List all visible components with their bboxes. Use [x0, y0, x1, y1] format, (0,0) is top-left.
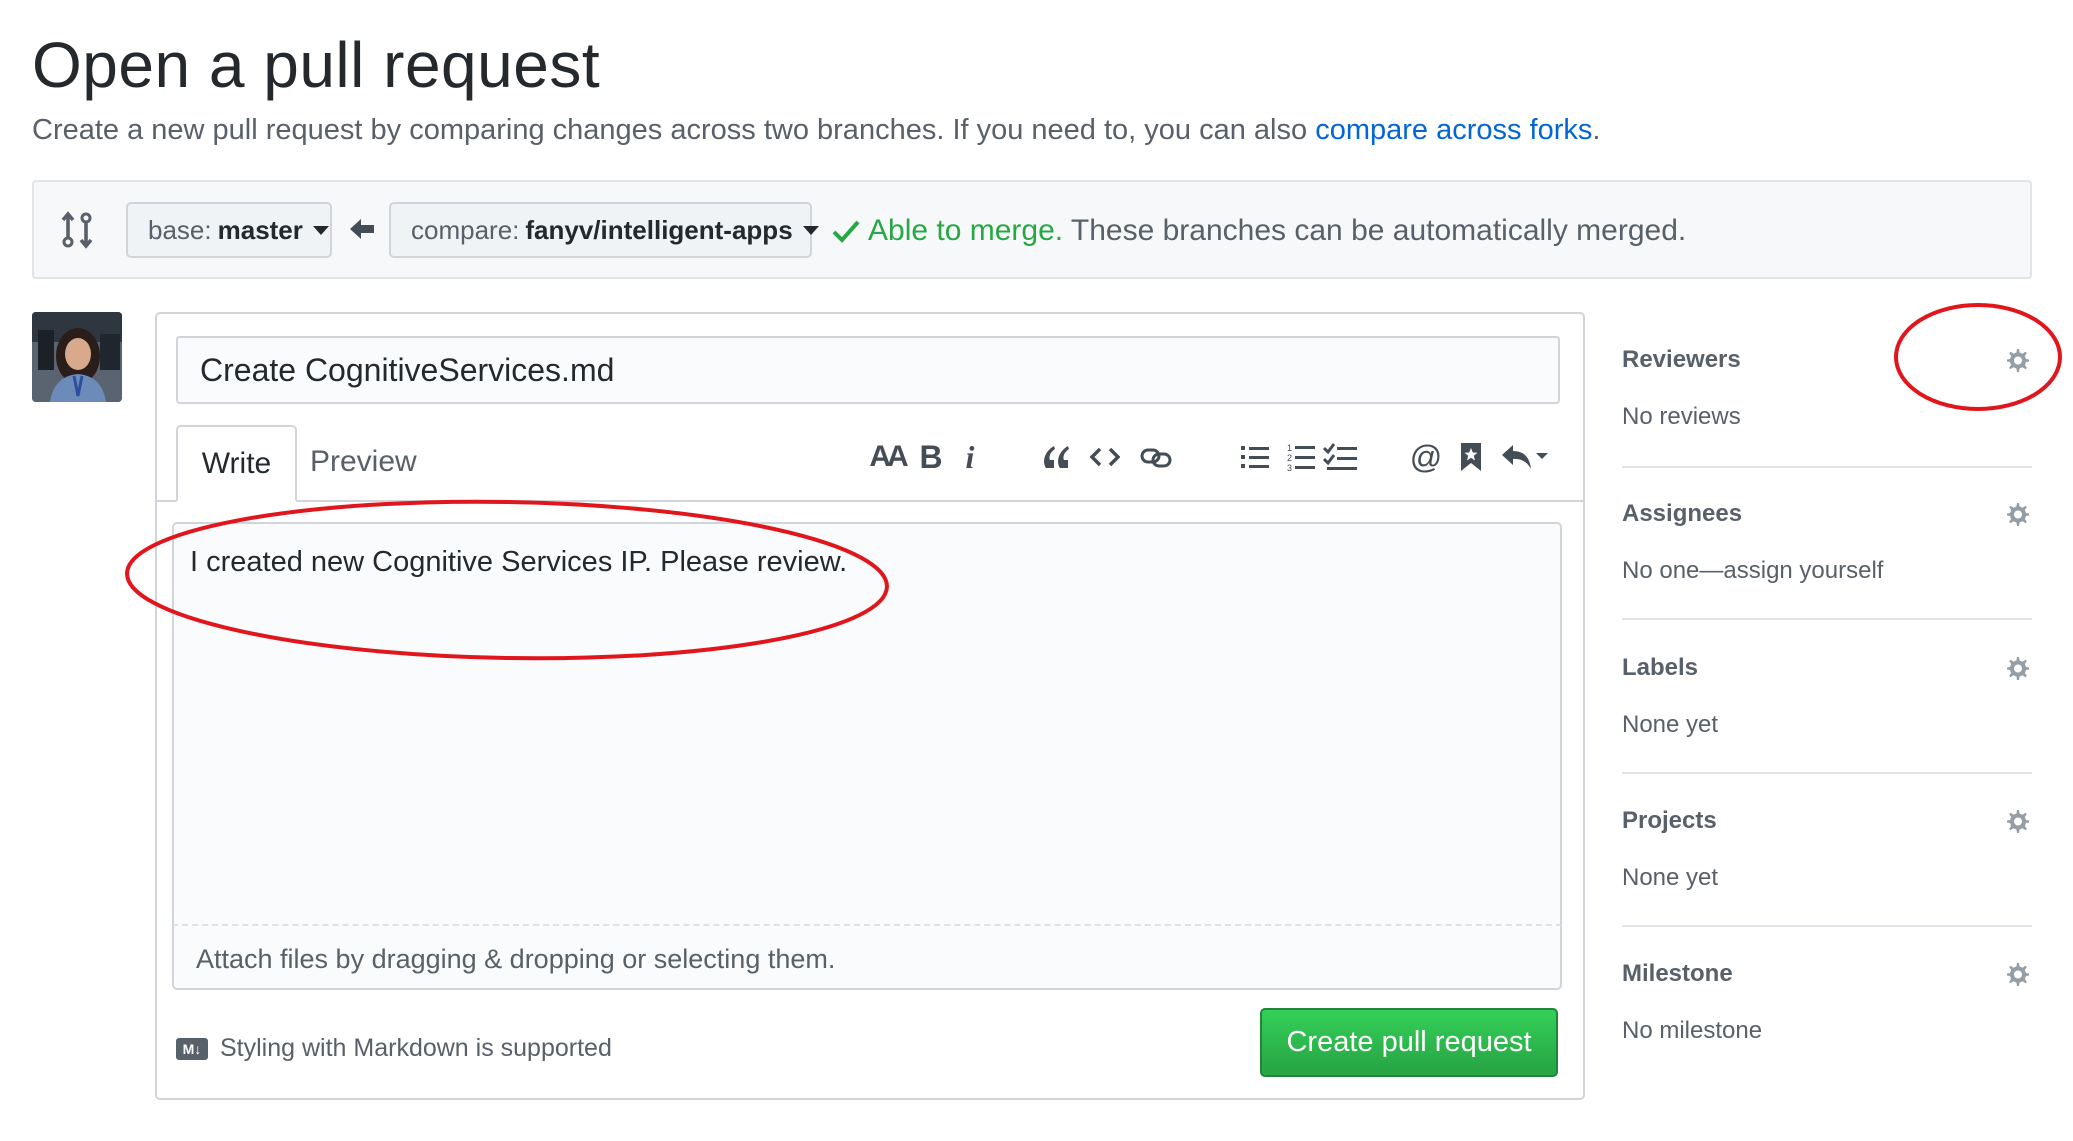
projects-value: None yet — [1622, 864, 1719, 891]
italic-icon: i — [965, 438, 975, 475]
svg-text:1: 1 — [1287, 443, 1292, 453]
compare-branch-value: fanyv/intelligent-apps — [525, 214, 793, 245]
attach-files-dropzone[interactable]: Attach files by dragging & dropping or s… — [172, 926, 1562, 990]
pr-body-text: I created new Cognitive Services IP. Ple… — [190, 546, 848, 578]
gear-icon[interactable] — [2002, 960, 2032, 990]
tab-preview[interactable]: Preview — [310, 445, 417, 479]
avatar — [32, 312, 122, 402]
base-branch-value: master — [217, 214, 303, 245]
markdown-icon: M↓ — [176, 1037, 208, 1060]
italic-button[interactable]: i — [960, 438, 980, 475]
page-subtitle: Create a new pull request by comparing c… — [32, 110, 1600, 150]
sidebar-divider — [1622, 925, 2032, 927]
gear-icon[interactable] — [2002, 346, 2032, 376]
bookmark-icon — [1461, 443, 1481, 471]
compare-across-forks-link[interactable]: compare across forks — [1315, 114, 1592, 146]
assignees-heading[interactable]: Assignees — [1622, 500, 1742, 528]
reviewers-value: No reviews — [1622, 403, 1741, 430]
unordered-list-button[interactable] — [1240, 440, 1270, 474]
subtitle-text: Create a new pull request by comparing c… — [32, 114, 1316, 146]
tab-write[interactable]: Write — [176, 425, 297, 502]
chevron-down-icon — [312, 225, 329, 235]
compare-prefix: compare: — [411, 214, 520, 245]
sidebar-projects: Projects None yet — [1622, 807, 2032, 929]
sidebar-milestone: Milestone No milestone — [1622, 960, 2032, 1060]
merge-status-ok: Able to merge. — [868, 214, 1064, 247]
arrow-left-icon — [350, 218, 374, 240]
base-prefix: base: — [148, 214, 212, 245]
link-icon — [1140, 448, 1172, 468]
task-list-button[interactable] — [1322, 440, 1358, 474]
create-pull-request-button[interactable]: Create pull request — [1260, 1008, 1558, 1077]
subtitle-end: . — [1592, 114, 1601, 146]
mention-button[interactable]: @ — [1409, 438, 1443, 475]
gear-icon[interactable] — [2002, 500, 2032, 530]
sidebar-reviewers: Reviewers No reviews — [1622, 346, 2032, 468]
projects-heading[interactable]: Projects — [1622, 807, 1717, 835]
milestone-heading[interactable]: Milestone — [1622, 960, 1733, 988]
labels-heading[interactable]: Labels — [1622, 654, 1698, 682]
svg-text:3: 3 — [1287, 463, 1292, 471]
gear-icon[interactable] — [2002, 654, 2032, 684]
reference-button[interactable] — [1458, 440, 1484, 474]
reviewers-heading[interactable]: Reviewers — [1622, 346, 1741, 374]
sidebar-assignees: Assignees No one—assign yourself — [1622, 500, 2032, 622]
header-text-icon: AA — [869, 440, 908, 473]
sidebar-labels: Labels None yet — [1622, 654, 2032, 776]
svg-text:2: 2 — [1287, 453, 1292, 463]
bold-icon: B — [919, 438, 943, 475]
labels-value: None yet — [1622, 711, 1719, 738]
sidebar-divider — [1622, 772, 2032, 774]
mention-icon: @ — [1409, 438, 1443, 475]
pr-title-input[interactable] — [176, 336, 1560, 404]
gear-icon[interactable] — [2002, 807, 2032, 837]
reply-icon — [1502, 445, 1548, 469]
check-icon — [832, 220, 860, 243]
milestone-value: No milestone — [1622, 1017, 1763, 1044]
merge-status: Able to merge. These branches can be aut… — [832, 211, 1686, 251]
header-text-button[interactable]: AA — [868, 440, 908, 474]
tabs-divider — [155, 500, 1585, 502]
ordered-list-icon: 123 — [1287, 443, 1315, 471]
sidebar-divider — [1622, 466, 2032, 468]
saved-replies-button[interactable] — [1500, 440, 1550, 474]
assignees-value[interactable]: No one—assign yourself — [1622, 557, 1883, 585]
git-compare-icon — [60, 211, 94, 249]
code-button[interactable] — [1089, 440, 1121, 474]
code-icon — [1090, 447, 1120, 467]
unordered-list-icon — [1241, 446, 1269, 468]
markdown-note[interactable]: M↓ Styling with Markdown is supported — [176, 1034, 612, 1063]
merge-status-message: These branches can be automatically merg… — [1063, 214, 1687, 247]
base-branch-select[interactable]: base: master — [126, 202, 332, 258]
compare-branch-select[interactable]: compare: fanyv/intelligent-apps — [389, 202, 819, 258]
link-button[interactable] — [1139, 440, 1173, 474]
sidebar-divider — [1622, 618, 2032, 620]
quote-icon — [1044, 446, 1069, 468]
task-list-icon — [1323, 443, 1357, 470]
pr-body-textarea[interactable]: I created new Cognitive Services IP. Ple… — [172, 522, 1562, 926]
page-title: Open a pull request — [32, 29, 601, 101]
bold-button[interactable]: B — [918, 438, 944, 475]
ordered-list-button[interactable]: 123 — [1286, 440, 1316, 474]
chevron-down-icon — [802, 225, 819, 235]
markdown-note-text: Styling with Markdown is supported — [220, 1034, 612, 1062]
quote-button[interactable] — [1041, 440, 1071, 474]
